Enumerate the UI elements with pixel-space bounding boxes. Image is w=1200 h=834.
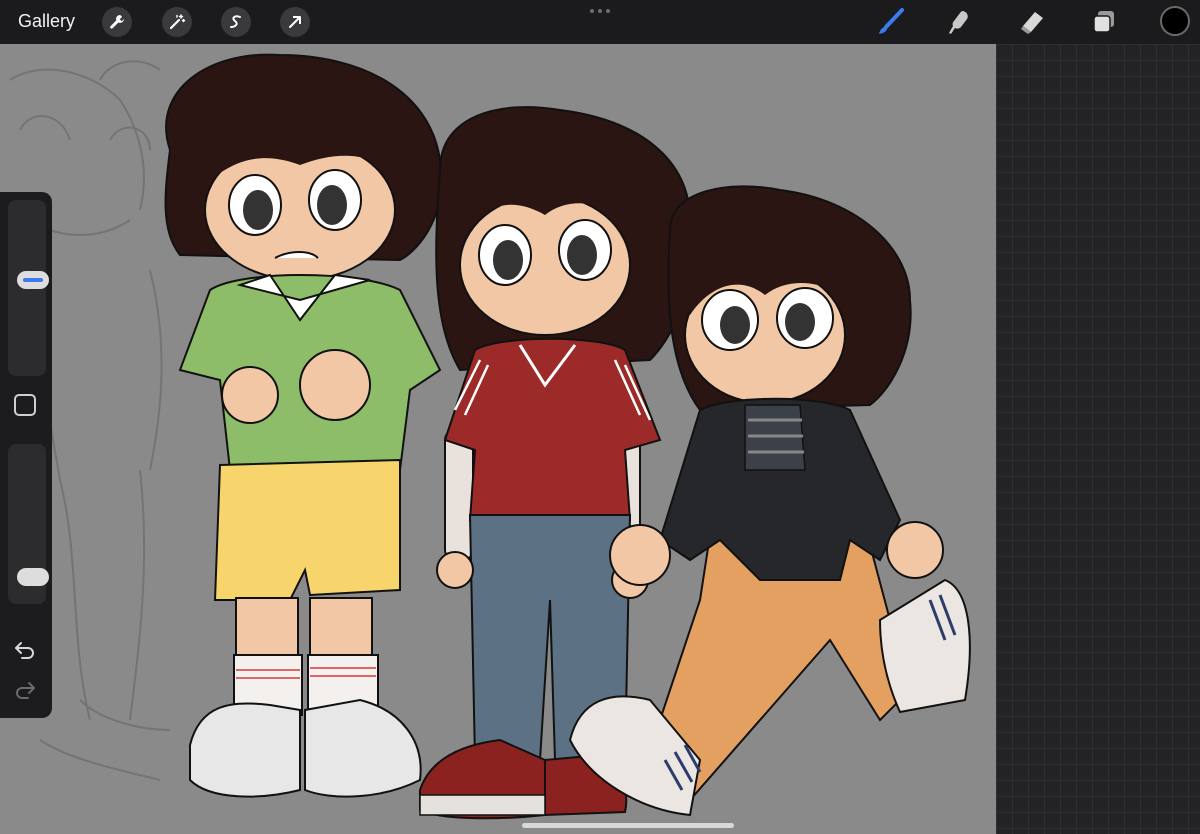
layers-icon[interactable] [1088, 6, 1120, 38]
top-toolbar: Gallery [0, 0, 1200, 44]
color-picker-button[interactable] [1160, 6, 1190, 36]
brush-icon[interactable] [874, 6, 906, 38]
character-illustration [9, 53, 971, 820]
brush-size-handle[interactable] [17, 271, 49, 290]
gallery-button[interactable]: Gallery [18, 11, 75, 32]
smudge-icon[interactable] [944, 6, 976, 38]
opacity-slider[interactable] [8, 444, 49, 604]
side-toolbar [0, 192, 52, 718]
home-indicator [522, 823, 734, 828]
drawing-canvas[interactable] [0, 44, 996, 834]
wrench-icon[interactable] [102, 7, 132, 37]
selection-icon[interactable] [221, 7, 251, 37]
redo-icon[interactable] [12, 676, 38, 702]
magic-wand-icon[interactable] [162, 7, 192, 37]
undo-icon[interactable] [12, 636, 38, 662]
eyedropper-modify-button[interactable] [14, 394, 36, 416]
transform-arrow-icon[interactable] [280, 7, 310, 37]
character-green-shirt [164, 53, 443, 798]
eraser-icon[interactable] [1016, 6, 1048, 38]
more-options-icon[interactable] [588, 8, 612, 14]
grid-background-panel [996, 44, 1200, 834]
opacity-handle[interactable] [17, 567, 49, 586]
brush-size-slider[interactable] [8, 200, 49, 376]
